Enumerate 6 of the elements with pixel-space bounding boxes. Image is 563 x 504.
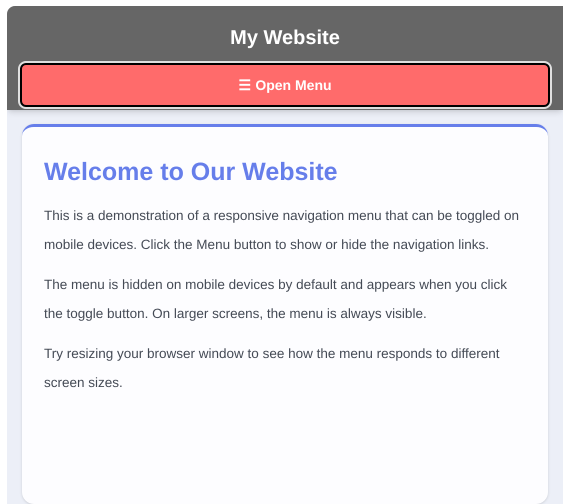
- site-title: My Website: [230, 26, 340, 50]
- menu-toggle-button[interactable]: ☰ Open Menu: [20, 63, 550, 107]
- body-paragraph: The menu is hidden on mobile devices by default and appears when you click the toggle button. On larger screens, the menu is always visible.: [44, 276, 508, 323]
- body-paragraph: Try resizing your browser window to see how the menu responds to different screen sizes.: [44, 345, 500, 392]
- body-paragraph: This is a demonstration of a responsive navigation menu that can be toggled on mobile devices. Click the Menu button to show or hide the navigation links.: [44, 207, 520, 254]
- page-heading: Welcome to Our Website: [44, 157, 339, 187]
